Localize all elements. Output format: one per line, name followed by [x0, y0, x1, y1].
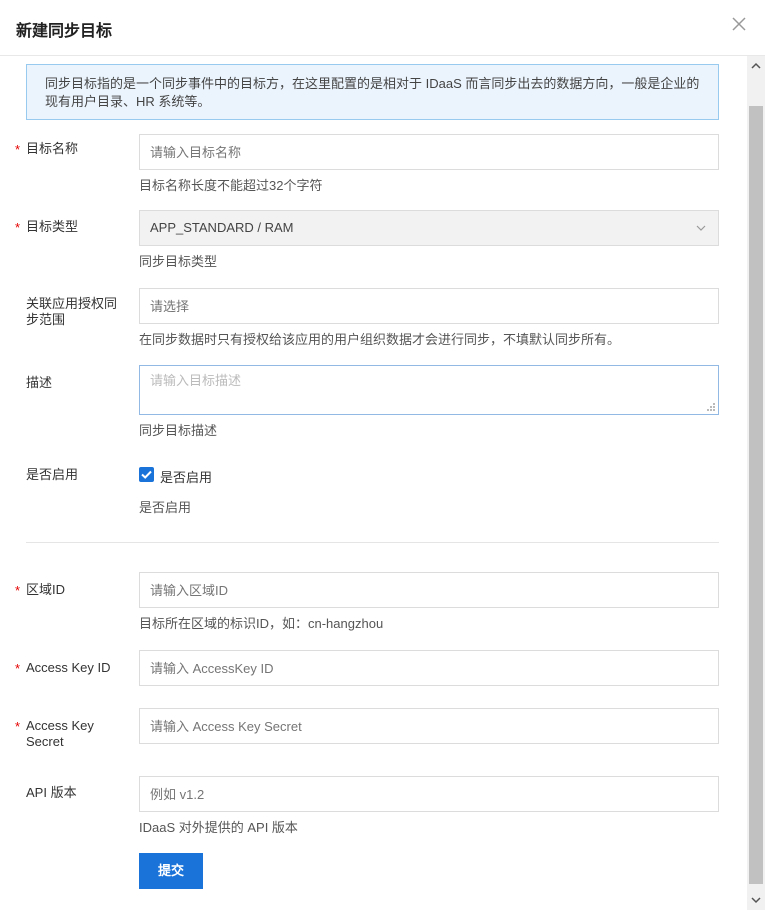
api-version-help: IDaaS 对外提供的 API 版本 [139, 820, 298, 835]
target-type-label-text: 目标类型 [26, 219, 79, 234]
close-icon[interactable] [729, 14, 749, 34]
api-version-input[interactable] [139, 776, 719, 812]
enabled-label: 是否启用 [26, 467, 79, 482]
target-name-input[interactable] [139, 134, 719, 170]
auth-scope-label: 关联应用授权同步范围 [26, 296, 118, 327]
api-version-label: API 版本 [26, 785, 77, 800]
info-alert: 同步目标指的是一个同步事件中的目标方，在这里配置的是相对于 IDaaS 而言同步… [26, 64, 719, 120]
region-id-input[interactable] [139, 572, 719, 608]
target-type-help: 同步目标类型 [139, 254, 218, 269]
checkmark-icon [141, 470, 152, 479]
target-name-label: * 目标名称 [15, 141, 126, 157]
region-id-help: 目标所在区域的标识ID，如：cn-hangzhou [139, 616, 384, 631]
description-textarea[interactable]: 请输入目标描述 [139, 365, 719, 415]
target-name-label-text: 目标名称 [26, 141, 79, 156]
scrollbar-thumb[interactable] [749, 106, 763, 884]
enabled-help: 是否启用 [139, 500, 192, 515]
target-type-label: * 目标类型 [15, 219, 126, 235]
dialog-title: 新建同步目标 [16, 23, 113, 40]
required-mark: * [15, 719, 21, 734]
dialog-header: 新建同步目标 [0, 0, 765, 56]
description-placeholder: 请输入目标描述 [150, 373, 242, 388]
region-id-label-text: 区域ID [26, 582, 66, 597]
auth-scope-help: 在同步数据时只有授权给该应用的用户组织数据才会进行同步，不填默认同步所有。 [139, 332, 621, 347]
access-key-secret-input[interactable] [139, 708, 719, 744]
enabled-checkbox-label[interactable]: 是否启用 [160, 467, 212, 486]
access-key-secret-label: * Access Key Secret [15, 718, 116, 750]
target-type-value: APP_STANDARD / RAM [150, 220, 294, 235]
required-mark: * [15, 583, 21, 598]
vertical-scrollbar[interactable] [747, 56, 765, 910]
target-name-help: 目标名称长度不能超过32个字符 [139, 178, 323, 193]
chevron-down-icon [696, 225, 706, 231]
enabled-checkbox[interactable] [139, 467, 154, 482]
required-mark: * [15, 220, 21, 235]
section-divider [26, 542, 719, 543]
region-id-label: * 区域ID [15, 582, 126, 598]
access-key-id-input[interactable] [139, 650, 719, 686]
description-label: 描述 [26, 375, 53, 390]
auth-scope-select[interactable] [139, 288, 719, 324]
required-mark: * [15, 142, 21, 157]
resize-grip-icon[interactable] [706, 402, 716, 412]
access-key-id-label: * Access Key ID [15, 660, 126, 676]
scroll-down-arrow-icon[interactable] [747, 890, 765, 910]
access-key-secret-label-text: Access Key Secret [26, 718, 94, 749]
submit-button[interactable]: 提交 [139, 853, 203, 889]
required-mark: * [15, 661, 21, 676]
description-help: 同步目标描述 [139, 423, 218, 438]
access-key-id-label-text: Access Key ID [26, 660, 111, 675]
dialog-body: 同步目标指的是一个同步事件中的目标方，在这里配置的是相对于 IDaaS 而言同步… [0, 56, 747, 910]
target-type-select[interactable]: APP_STANDARD / RAM [139, 210, 719, 246]
scroll-up-arrow-icon[interactable] [747, 56, 765, 76]
